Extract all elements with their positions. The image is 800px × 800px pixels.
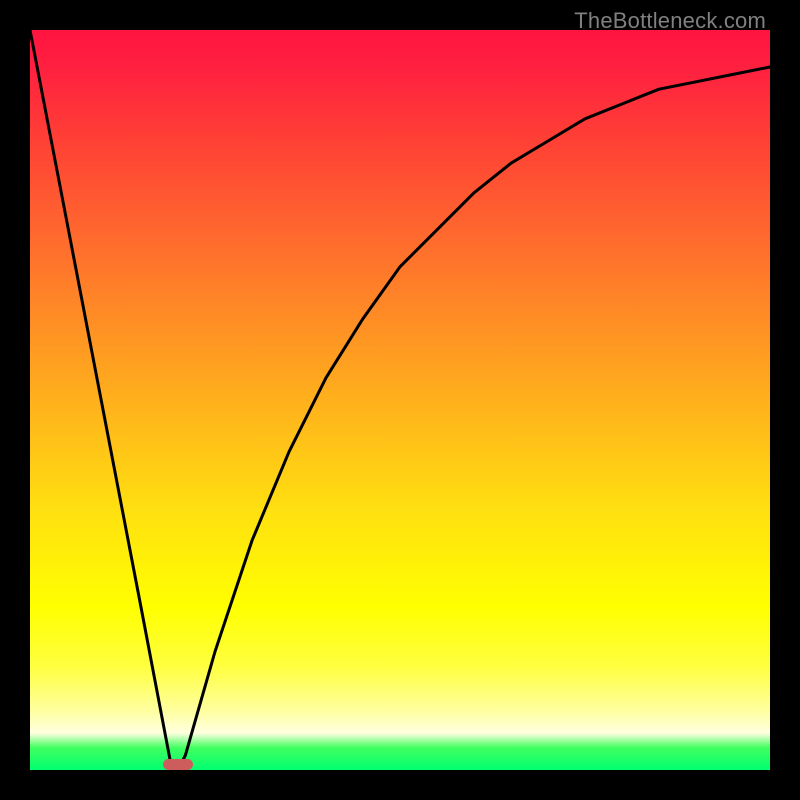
bottleneck-curve-path [30,30,770,770]
curve-svg [30,30,770,770]
optimum-marker [163,759,193,770]
plot-area [30,30,770,770]
chart-frame: TheBottleneck.com [0,0,800,800]
